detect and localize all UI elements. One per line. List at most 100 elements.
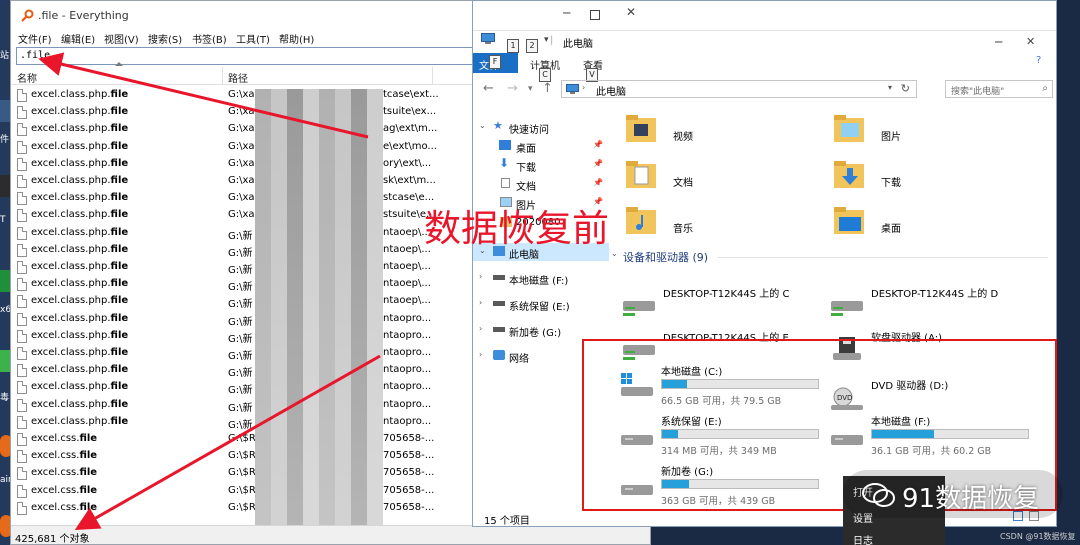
expand-chevron-icon[interactable]: › (479, 298, 482, 307)
pictures-folder-icon (834, 115, 864, 142)
file-icon (17, 433, 27, 446)
menu-bookmarks[interactable]: 书签(B) (192, 31, 227, 46)
file-icon (17, 175, 27, 188)
file-path-start: G:\新 (228, 402, 253, 414)
desktop-icon-label: T (0, 215, 6, 225)
file-path-start: G:\xa (228, 89, 255, 100)
file-name: excel.css.file (31, 467, 98, 479)
folder-videos[interactable]: 视频 (625, 111, 825, 151)
menu-view[interactable]: 视图(V) (104, 31, 139, 46)
search-input[interactable]: 搜索"此电脑" ⌕ (945, 80, 1053, 98)
folder-downloads[interactable]: 下载 (833, 157, 1033, 197)
recent-locations-icon[interactable]: ▾ (528, 84, 533, 94)
folder-music[interactable]: 音乐 (625, 203, 825, 243)
column-divider[interactable] (432, 67, 433, 85)
file-path-end: ntaopro... (383, 347, 432, 358)
file-icon (17, 226, 27, 240)
address-bar[interactable]: › 此电脑 ▾ ↻ (561, 80, 917, 98)
pin-icon[interactable]: 📌 (593, 140, 603, 149)
network-drive-d[interactable]: DESKTOP-T12K44S 上的 D (829, 283, 1034, 331)
pin-icon[interactable]: 📌 (593, 159, 603, 168)
file-name: excel.class.php.file (31, 140, 129, 152)
wechat-icon (862, 483, 895, 507)
expand-chevron-icon[interactable]: › (479, 324, 482, 333)
desktop-icon-label: 毒 (0, 393, 10, 403)
keytip-computer: C (539, 68, 551, 82)
blurred-path-region (255, 89, 383, 525)
back-arrow-icon[interactable]: ← (483, 81, 494, 96)
expand-chevron-icon[interactable]: › (479, 350, 482, 359)
close-icon[interactable]: ✕ (1026, 35, 1035, 48)
section-collapse-chevron-icon[interactable]: ⌄ (611, 249, 618, 258)
title-close-icon[interactable]: ✕ (626, 5, 636, 19)
folder-label: 音乐 (673, 224, 693, 235)
nav-desktop[interactable]: 桌面 📌 (473, 137, 609, 155)
nav-system-reserved-e[interactable]: › 系统保留 (E:) (473, 295, 609, 313)
item-count: 15 个项目 (484, 516, 530, 527)
window-title: 此电脑 (563, 39, 593, 50)
nav-label: 文档 (516, 182, 536, 193)
nav-documents[interactable]: 文档 📌 (473, 175, 609, 193)
nav-quick-access[interactable]: ⌄ ★ 快速访问 (473, 118, 609, 136)
file-path-end: ntaoep\... (383, 261, 431, 272)
folder-documents[interactable]: 文档 (625, 157, 825, 197)
explorer-titlebar[interactable]: ─ ✕ ─ ✕ (473, 1, 1056, 49)
file-icon (17, 347, 27, 360)
object-count: 425,681 个对象 (15, 534, 90, 545)
menu-search[interactable]: 搜索(S) (148, 31, 182, 46)
file-icon (17, 278, 27, 292)
up-arrow-icon[interactable]: ↑ (542, 81, 553, 96)
file-name: excel.css.file (31, 433, 98, 444)
address-dropdown-icon[interactable]: ▾ (888, 83, 892, 92)
file-path-end: 705658-... (383, 484, 435, 496)
pin-icon[interactable]: 📌 (593, 178, 603, 187)
column-path[interactable]: 路径 (228, 70, 248, 85)
file-icon (17, 398, 27, 412)
file-name: excel.css.file (31, 484, 98, 496)
title-maximize-icon[interactable] (590, 10, 600, 20)
title-minimize-icon[interactable]: ─ (563, 6, 570, 20)
file-path-start: G:\$R (228, 484, 256, 496)
help-icon[interactable]: ? (1036, 55, 1041, 66)
breadcrumb-this-pc[interactable]: 此电脑 (596, 83, 626, 98)
file-name: excel.class.php.file (31, 192, 129, 204)
expand-chevron-icon[interactable]: ⌄ (479, 121, 486, 130)
file-path-end: sk\ext\m... (383, 175, 436, 186)
download-icon: ⬇ (499, 156, 510, 170)
file-icon (17, 261, 27, 274)
folder-pictures[interactable]: 图片 (833, 111, 1033, 151)
folder-desktop[interactable]: 桌面 (833, 203, 1033, 243)
file-path-start: G:\xa (228, 106, 255, 118)
chevron-down-icon[interactable]: ▾ (544, 35, 549, 45)
menu-edit[interactable]: 编辑(E) (61, 31, 95, 46)
nav-label: 本地磁盘 (F:) (509, 276, 569, 287)
file-icon (17, 450, 27, 464)
file-path-end: 705658-... (383, 501, 435, 513)
menu-tools[interactable]: 工具(T) (236, 31, 270, 46)
video-folder-icon (626, 115, 656, 142)
nav-local-disk-f[interactable]: › 本地磁盘 (F:) (473, 269, 609, 287)
column-divider[interactable] (222, 67, 223, 85)
search-icon: ⌕ (1042, 83, 1048, 94)
nav-label: 桌面 (516, 144, 536, 155)
ctx-log[interactable]: 日志 (853, 532, 873, 545)
file-path-start: G:\xa (228, 157, 255, 169)
file-path-start: G:\新 (228, 299, 253, 311)
section-devices-and-drives: 设备和驱动器 (9) (623, 251, 709, 264)
menu-file[interactable]: 文件(F) (18, 31, 52, 46)
nav-downloads[interactable]: ⬇ 下载 📌 (473, 156, 609, 174)
file-icon (17, 123, 27, 137)
file-path-end: ntaopro... (383, 415, 432, 427)
forward-arrow-icon[interactable]: → (507, 81, 518, 96)
file-path-end: 705658-... (383, 433, 435, 444)
column-name[interactable]: 名称 (17, 70, 37, 85)
menu-help[interactable]: 帮助(H) (279, 31, 314, 46)
minimize-icon[interactable]: ─ (995, 35, 1002, 49)
refresh-icon[interactable]: ↻ (901, 82, 910, 95)
star-icon: ★ (493, 119, 503, 132)
nav-new-volume-g[interactable]: › 新加卷 (G:) (473, 321, 609, 339)
network-drive-c[interactable]: DESKTOP-T12K44S 上的 C (621, 283, 826, 331)
expand-chevron-icon[interactable]: › (479, 272, 482, 281)
file-icon (17, 467, 27, 481)
drive-icon (493, 301, 505, 306)
